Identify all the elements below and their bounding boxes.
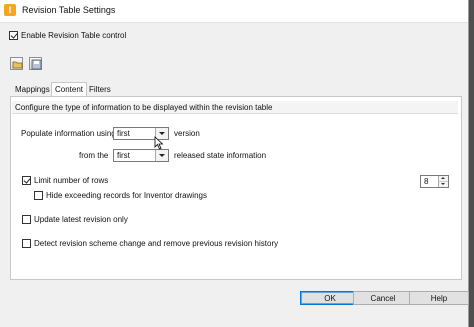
dialog-window: I Revision Table Settings Enable Revisio…: [0, 0, 469, 327]
cancel-button[interactable]: Cancel: [353, 291, 413, 305]
update-latest-label: Update latest revision only: [34, 215, 128, 224]
populate-suffix: version: [174, 129, 200, 138]
help-button[interactable]: Help: [409, 291, 469, 305]
save-settings-button[interactable]: [29, 57, 42, 70]
hide-exceeding-checkbox[interactable]: [34, 191, 43, 200]
content-tab-panel: [10, 96, 462, 280]
tab-filters[interactable]: Filters: [86, 84, 114, 96]
detect-scheme-label: Detect revision scheme change and remove…: [34, 239, 279, 248]
populate-version-value: first: [117, 129, 130, 138]
populate-label: Populate information using: [21, 129, 116, 138]
window-title: Revision Table Settings: [22, 5, 116, 15]
from-state-value: first: [117, 151, 130, 160]
info-text: Configure the type of information to be …: [12, 101, 458, 114]
limit-rows-checkbox[interactable]: [22, 176, 31, 185]
tab-mappings[interactable]: Mappings: [12, 84, 53, 96]
hide-exceeding-label: Hide exceeding records for Inventor draw…: [46, 191, 207, 200]
limit-rows-label: Limit number of rows: [34, 176, 109, 185]
from-state-select[interactable]: first: [113, 149, 169, 162]
detect-scheme-checkbox[interactable]: [22, 239, 31, 248]
open-folder-icon: [12, 61, 23, 69]
ok-button[interactable]: OK: [300, 291, 360, 305]
update-latest-checkbox[interactable]: [22, 215, 31, 224]
enable-control-checkbox[interactable]: [9, 31, 18, 40]
from-suffix: released state information: [174, 151, 267, 160]
open-folder-button[interactable]: [10, 57, 23, 70]
title-bar: I Revision Table Settings: [0, 0, 468, 23]
row-limit-value: 8: [424, 177, 429, 186]
background-strip: [469, 0, 474, 327]
spinner-down-icon[interactable]: [438, 182, 448, 187]
save-settings-icon: [31, 59, 42, 70]
app-icon: I: [4, 4, 16, 16]
enable-control-label: Enable Revision Table control: [21, 31, 127, 40]
row-limit-spinner[interactable]: 8: [420, 175, 449, 188]
from-label: from the: [79, 151, 109, 160]
mouse-cursor-icon: [154, 136, 164, 150]
chevron-down-icon[interactable]: [155, 150, 168, 161]
